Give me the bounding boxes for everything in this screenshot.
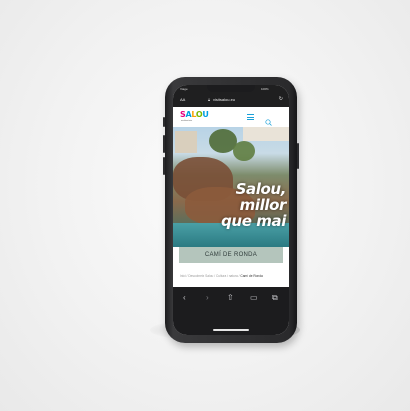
page-body: Inici / Descobreix Salou / Cultura i nat… — [173, 263, 289, 287]
url-text[interactable]: visitsalou.eu — [213, 97, 235, 102]
browser-toolbar: ‹ › ⇧ ▭ ⧉ — [173, 287, 289, 335]
forward-button[interactable]: › — [206, 294, 209, 302]
breadcrumb-current: Camí de Ronda — [240, 274, 263, 278]
browser-url-bar[interactable]: AA 🔒︎ visitsalou.eu ↻ — [173, 93, 289, 107]
hero-title-line-1: Salou, — [235, 180, 287, 198]
hero-title-line-3: que mai — [221, 212, 286, 230]
logo-letter: U — [202, 110, 209, 119]
carrier-label: Viage — [180, 87, 188, 91]
bookmarks-button[interactable]: ▭ — [250, 294, 258, 302]
notch — [207, 85, 255, 92]
cami-de-ronda-button[interactable]: CAMÍ DE RONDA — [179, 247, 283, 263]
reload-icon[interactable]: ↻ — [279, 96, 283, 102]
building — [243, 127, 289, 141]
site-header: SALOU mediterrània — [173, 107, 289, 127]
text-size-button[interactable]: AA — [180, 97, 185, 102]
mute-switch — [163, 117, 165, 127]
hamburger-icon[interactable] — [247, 114, 254, 120]
hero-image: Salou, millor que mai — [173, 127, 289, 247]
volume-down-button — [163, 157, 165, 175]
share-button[interactable]: ⇧ — [227, 294, 234, 302]
volume-up-button — [163, 135, 165, 153]
hero-title-line-2: millor — [239, 196, 287, 214]
power-button — [297, 143, 299, 169]
breadcrumb: Inici / Descobreix Salou / Cultura i nat… — [180, 274, 284, 278]
home-indicator[interactable] — [213, 329, 249, 331]
breadcrumb-trail[interactable]: Inici / Descobreix Salou / Cultura i nat… — [180, 274, 240, 278]
building — [175, 131, 197, 153]
tree — [233, 141, 255, 161]
tabs-button[interactable]: ⧉ — [272, 294, 278, 302]
search-icon[interactable] — [265, 113, 272, 126]
lock-icon: 🔒︎ — [208, 97, 211, 102]
battery-label: 100% — [261, 87, 269, 91]
phone-screen: Viage 100% AA 🔒︎ visitsalou.eu ↻ SALOU m… — [173, 85, 289, 335]
logo-tagline: mediterrània — [181, 120, 193, 122]
back-button[interactable]: ‹ — [183, 294, 186, 302]
site-logo[interactable]: SALOU — [180, 110, 209, 119]
